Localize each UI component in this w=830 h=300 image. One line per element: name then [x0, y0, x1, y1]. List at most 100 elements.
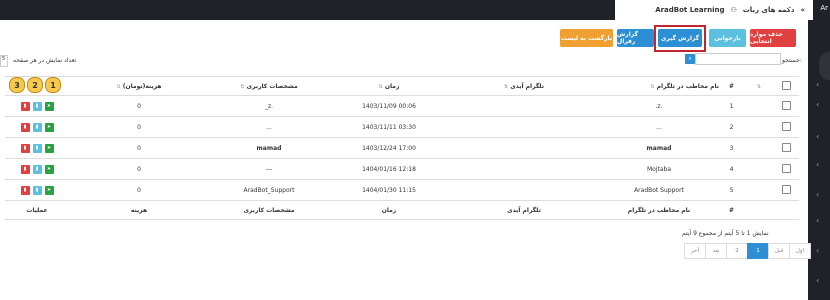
return-to-list-button[interactable]: بازگشت به لیست: [560, 29, 613, 47]
table-row: ▮ ▮ ➤ 0 AradBot_Support 1404/01/30 11:15 A…: [5, 179, 799, 201]
select-all-checkbox[interactable]: [774, 76, 799, 96]
chevron-left-icon[interactable]: ‹: [816, 160, 819, 169]
telegram-id-header[interactable]: ⇅ تلگرام آیدی: [449, 76, 599, 96]
profile-footer: مشخصات کاربری: [209, 200, 329, 220]
home-label: خانه: [778, 4, 791, 12]
chevron-left-icon[interactable]: ‹: [816, 132, 819, 141]
row-checkbox[interactable]: [774, 95, 799, 117]
search-input[interactable]: [695, 53, 781, 65]
delete-selected-button[interactable]: حذف موارد انتخابی: [750, 29, 796, 47]
delete-icon[interactable]: ▮: [20, 164, 30, 174]
name-cell: .z.: [599, 95, 719, 117]
time-cell: 1403/11/09 00:06: [329, 95, 449, 117]
send-icon[interactable]: ➤: [44, 143, 54, 153]
edit-icon[interactable]: ▮: [32, 164, 42, 174]
name-header[interactable]: ⇅ نام مخاطب در تلگرام: [599, 76, 719, 96]
send-icon[interactable]: ➤: [44, 122, 54, 132]
summary-text: نمایش 1 تا 5 آیتم از مجموع 9 آیتم: [682, 230, 769, 237]
home-link[interactable]: خانه ⌂: [778, 4, 798, 12]
referral-report-button[interactable]: گزارش رفرال: [617, 29, 654, 47]
bot-icon: ⚇: [730, 6, 737, 14]
highlight-box: [654, 25, 706, 52]
profile-header[interactable]: ⇅ مشخصات کاربری: [209, 76, 329, 96]
index-footer: #: [719, 200, 744, 220]
profile-cell: AradBot_Support: [209, 179, 329, 201]
telegram-id-cell: [449, 95, 599, 117]
table-header-row: ⇅ هزینه(تومان) ⇅ مشخصات کاربری ⇅ زمان ⇅ …: [5, 76, 799, 96]
row-checkbox[interactable]: [774, 179, 799, 201]
cost-footer: هزینه: [69, 200, 209, 220]
send-icon[interactable]: ➤: [44, 164, 54, 174]
name-cell: Mojtaba: [599, 158, 719, 180]
delete-icon[interactable]: ▮: [20, 143, 30, 153]
profile-cell: ...: [209, 116, 329, 138]
page-size-select[interactable]: 5: [0, 55, 8, 67]
row-checkbox[interactable]: [774, 158, 799, 180]
table-row: ▮ ▮ ➤ 0 ... 1403/11/11 03:30 ... 2: [5, 116, 799, 138]
send-icon[interactable]: ➤: [44, 101, 54, 111]
reload-button[interactable]: بازخوانی: [709, 29, 746, 47]
telegram-id-footer: تلگرام آیدی: [449, 200, 599, 220]
index-cell: 2: [719, 116, 744, 138]
telegram-id-cell: [449, 116, 599, 138]
index-cell: 1: [719, 95, 744, 117]
page-prev[interactable]: قبل: [768, 243, 790, 259]
page-next[interactable]: بعد: [705, 243, 727, 259]
edit-icon[interactable]: ▮: [32, 101, 42, 111]
table-row: ▮ ▮ ➤ 0 --- 1404/01/16 12:18 Mojtaba 4: [5, 158, 799, 180]
chevron-left-icon[interactable]: ‹: [816, 80, 819, 89]
chevron-left-icon[interactable]: ‹: [816, 276, 819, 285]
page-1[interactable]: 1: [747, 243, 769, 259]
table-row: ▮ ▮ ➤ 0 mamad 1403/12/24 17:00 mamad 3: [5, 137, 799, 159]
row-checkbox[interactable]: [774, 116, 799, 138]
cost-cell: 0: [69, 179, 209, 201]
delete-icon[interactable]: ▮: [20, 185, 30, 195]
time-footer: زمان: [329, 200, 449, 220]
ops-header: [5, 76, 69, 96]
delete-icon[interactable]: ▮: [20, 101, 30, 111]
table-row: ▮ ▮ ➤ 0 _z. 1403/11/09 00:06 .z. 1: [5, 95, 799, 117]
app-name: AradBot Learning: [655, 6, 725, 14]
index-header[interactable]: #: [719, 76, 744, 96]
name-cell: ...: [599, 116, 719, 138]
top-navbar: AradBot Learning ⚇ دکمه های ربات « خانه …: [0, 0, 830, 20]
sort-icon[interactable]: ⇅: [744, 76, 774, 96]
sidebar-toggle[interactable]: [819, 52, 830, 80]
chevron-left-icon[interactable]: ‹: [816, 100, 819, 109]
index-cell: 4: [719, 158, 744, 180]
profile-cell: _z.: [209, 95, 329, 117]
telegram-id-cell: [449, 137, 599, 159]
time-cell: 1404/01/16 12:18: [329, 158, 449, 180]
cost-cell: 0: [69, 116, 209, 138]
index-cell: 5: [719, 179, 744, 201]
home-icon: ⌂: [793, 4, 798, 12]
name-cell: mamad: [599, 137, 719, 159]
telegram-id-cell: [449, 158, 599, 180]
corner-label: Ar: [820, 4, 828, 12]
delete-icon[interactable]: ▮: [20, 122, 30, 132]
edit-icon[interactable]: ▮: [32, 122, 42, 132]
cost-cell: 0: [69, 95, 209, 117]
edit-icon[interactable]: ▮: [32, 143, 42, 153]
send-icon[interactable]: ➤: [44, 185, 54, 195]
row-checkbox[interactable]: [774, 137, 799, 159]
profile-cell: mamad: [209, 137, 329, 159]
page-last[interactable]: آخر: [684, 243, 706, 259]
cost-header[interactable]: ⇅ هزینه(تومان): [69, 76, 209, 96]
search-icon[interactable]: ⌕: [685, 54, 695, 64]
time-header[interactable]: ⇅ زمان: [329, 76, 449, 96]
page-first[interactable]: اول: [789, 243, 811, 259]
index-cell: 3: [719, 137, 744, 159]
pagination: آخر بعد 2 1 قبل اول: [684, 243, 811, 259]
chevron-left-icon: «: [800, 6, 805, 14]
chevron-left-icon[interactable]: ‹: [816, 216, 819, 225]
name-footer: نام مخاطب در تلگرام: [599, 200, 719, 220]
telegram-id-cell: [449, 179, 599, 201]
page-2[interactable]: 2: [726, 243, 748, 259]
search-label: جستجو:: [782, 57, 802, 64]
name-cell: AradBot Support: [599, 179, 719, 201]
chevron-left-icon[interactable]: ‹: [816, 190, 819, 199]
chevron-left-icon[interactable]: ‹: [816, 246, 819, 255]
edit-icon[interactable]: ▮: [32, 185, 42, 195]
ops-footer: عملیات: [5, 200, 69, 220]
